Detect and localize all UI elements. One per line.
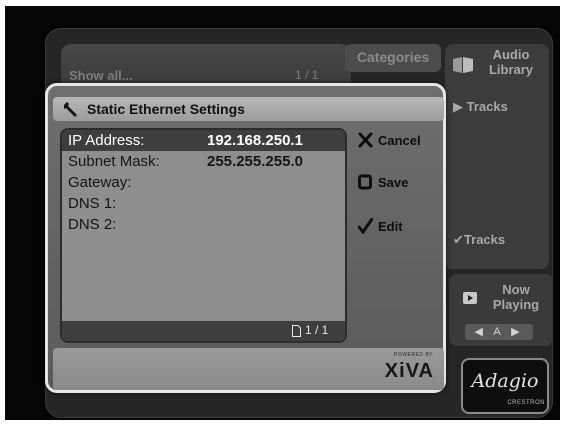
field-label: DNS 2: bbox=[68, 216, 117, 233]
field-row-subnet-mask[interactable]: Subnet Mask: 255.255.255.0 bbox=[62, 151, 345, 172]
cancel-label: Cancel bbox=[378, 133, 421, 148]
tracks-label: Tracks bbox=[466, 99, 508, 114]
screen: Show all... 1 / 1 Categories Audio Libra… bbox=[5, 6, 560, 420]
tracks-label: Tracks bbox=[463, 232, 506, 247]
background-page-indicator: 1 / 1 bbox=[295, 68, 319, 82]
field-label: Gateway: bbox=[68, 174, 132, 191]
arrow-icon: ▶ bbox=[453, 99, 463, 114]
play-icon bbox=[463, 292, 477, 304]
checkmark-icon bbox=[358, 218, 373, 234]
show-all-label[interactable]: Show all... bbox=[69, 68, 133, 83]
tracks-item-bottom[interactable]: ✔Tracks bbox=[453, 232, 505, 248]
tracks-item-top[interactable]: ▶ Tracks bbox=[453, 99, 508, 115]
square-icon bbox=[358, 174, 372, 190]
wrench-icon bbox=[64, 102, 77, 117]
field-row-gateway[interactable]: Gateway: bbox=[62, 172, 345, 193]
speaker-book-icon bbox=[453, 57, 473, 73]
list-footer: 1 / 1 bbox=[62, 321, 345, 341]
brand-logo: Adagio bbox=[471, 370, 539, 392]
static-ethernet-dialog: Static Ethernet Settings IP Address: 192… bbox=[45, 83, 446, 393]
check-icon: ✔ bbox=[453, 232, 464, 247]
dialog-footer: POWERED BY XiVA bbox=[53, 348, 444, 390]
field-value: 192.168.250.1 bbox=[207, 132, 303, 149]
field-row-dns-2[interactable]: DNS 2: bbox=[62, 214, 345, 235]
field-value: 255.255.255.0 bbox=[207, 153, 303, 170]
source-selector[interactable]: ◀ A ▶ bbox=[465, 324, 533, 340]
page-indicator: 1 / 1 bbox=[305, 323, 329, 337]
dialog-title-bar: Static Ethernet Settings bbox=[53, 97, 444, 121]
xiva-logo: XiVA bbox=[384, 360, 434, 382]
field-label: IP Address: bbox=[68, 132, 145, 149]
brand-subtitle: CRESTRON bbox=[507, 400, 545, 406]
categories-tab[interactable]: Categories bbox=[345, 44, 441, 72]
field-row-ip-address[interactable]: IP Address: 192.168.250.1 bbox=[62, 130, 345, 151]
field-label: Subnet Mask: bbox=[68, 153, 160, 170]
field-row-dns-1[interactable]: DNS 1: bbox=[62, 193, 345, 214]
field-label: DNS 1: bbox=[68, 195, 117, 212]
adagio-logo: Adagio CRESTRON bbox=[461, 358, 549, 414]
edit-label: Edit bbox=[378, 219, 403, 234]
x-icon bbox=[358, 132, 373, 148]
save-label: Save bbox=[378, 175, 409, 190]
page-icon bbox=[292, 325, 301, 337]
settings-list: IP Address: 192.168.250.1 Subnet Mask: 2… bbox=[60, 128, 347, 343]
powered-by-label: POWERED BY bbox=[394, 352, 433, 358]
audio-library-button[interactable]: Audio Library bbox=[480, 47, 542, 77]
now-playing-button[interactable]: Now Playing bbox=[483, 282, 549, 312]
dialog-title: Static Ethernet Settings bbox=[87, 101, 245, 117]
